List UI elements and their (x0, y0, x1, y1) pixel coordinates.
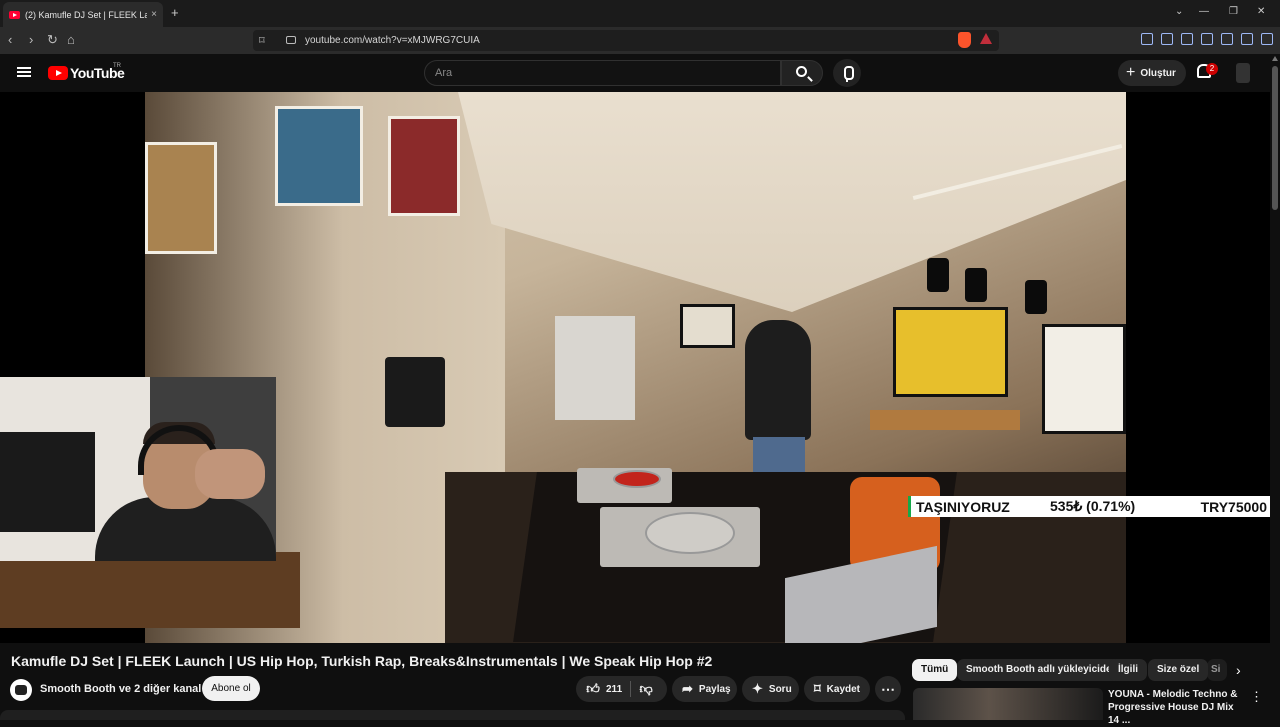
wooden-shelf (870, 410, 1020, 430)
wall-painting (145, 142, 217, 254)
tab-title: (2) Kamufle DJ Set | FLEEK Launch (25, 9, 148, 20)
extensions-icon[interactable] (1141, 33, 1153, 45)
brave-shields-icon[interactable] (958, 32, 971, 48)
wall-painting (388, 116, 460, 216)
maximize-button[interactable]: ❐ (1229, 6, 1238, 17)
ask-button[interactable]: ✦ Soru (742, 676, 799, 702)
chip-all[interactable]: Tümü (912, 659, 958, 681)
reload-icon[interactable]: ↻ (47, 32, 58, 48)
webcam-overlay (0, 377, 276, 561)
vpn-icon[interactable] (1241, 33, 1253, 45)
ticker-price: TRY75000 (1200, 498, 1267, 515)
like-count[interactable]: 211 (606, 684, 622, 695)
dislike-icon[interactable]: 👎︎ (639, 681, 653, 697)
ask-label: Soru (768, 683, 792, 695)
wallet-icon[interactable] (1201, 33, 1213, 45)
country-code: TR (113, 63, 121, 69)
home-icon[interactable]: ⌂ (67, 32, 75, 47)
save-button[interactable]: ⌑ Kaydet (804, 676, 870, 702)
studio-monitor (385, 357, 445, 427)
video-player[interactable]: TAŞINIYORUZ 535₺ (0.71%) TRY75000 (0, 92, 1270, 643)
back-icon[interactable]: ‹ (8, 32, 12, 47)
sunburst-poster (893, 307, 1008, 397)
recommendation-title[interactable]: YOUNA - Melodic Techno & Progressive Hou… (1108, 688, 1243, 727)
like-divider (630, 681, 632, 697)
scroll-thumb[interactable] (1272, 66, 1278, 210)
subscribe-button[interactable]: Abone ol (202, 676, 260, 701)
url-text: youtube.com/watch?v=xMJWRG7CUIA (305, 35, 480, 46)
more-vert-icon[interactable]: ⋮ (1250, 689, 1263, 705)
notification-badge: 2 (1206, 63, 1218, 75)
fleek-launch-poster (555, 316, 635, 420)
site-info-icon[interactable] (286, 36, 296, 44)
bookmark-save-icon: ⌑ (814, 681, 821, 696)
description-box[interactable] (0, 710, 905, 720)
chip-partial[interactable]: Si (1207, 659, 1227, 681)
minimize-button[interactable]: — (1199, 6, 1209, 17)
brave-rewards-icon[interactable] (980, 33, 992, 44)
chip-for-you[interactable]: Size özel (1148, 659, 1209, 681)
search-input[interactable] (424, 60, 781, 86)
chip-related[interactable]: İlgili (1109, 659, 1147, 681)
dj-person (745, 320, 811, 440)
more-actions-button[interactable]: ⋯ (875, 676, 901, 702)
chip-from-uploader[interactable]: Smooth Booth adlı yükleyiciden (957, 659, 1127, 681)
more-icon: ⋯ (881, 680, 895, 697)
leo-icon[interactable] (1221, 33, 1233, 45)
spotlight (927, 258, 949, 292)
stock-ticker: TAŞINIYORUZ 535₺ (0.71%) TRY75000 (908, 496, 1270, 517)
search-icon (796, 66, 807, 77)
channel-name[interactable]: Smooth Booth ve 2 diğer kanal (40, 683, 201, 695)
youtube-favicon-icon (9, 10, 20, 19)
video-title: Kamufle DJ Set | FLEEK Launch | US Hip H… (11, 653, 713, 669)
ticker-change: 535₺ (0.71%) (1050, 498, 1136, 514)
browser-tab[interactable]: (2) Kamufle DJ Set | FLEEK Launch × (3, 2, 163, 27)
page-scrollbar[interactable] (1270, 54, 1280, 720)
account-avatar[interactable] (1236, 63, 1250, 83)
sparkle-icon: ✦ (752, 681, 763, 696)
close-window-button[interactable]: ✕ (1257, 6, 1265, 17)
url-bar[interactable]: youtube.com/watch?v=xMJWRG7CUIA (253, 30, 999, 51)
new-tab-button[interactable]: + (171, 5, 179, 20)
create-button[interactable]: + Oluştur (1118, 60, 1186, 86)
browser-tab-bar: (2) Kamufle DJ Set | FLEEK Launch × + ⌄ … (0, 0, 1280, 27)
recommendation-thumbnail[interactable] (913, 688, 1103, 720)
bookmark-icon[interactable]: ⌑ (259, 34, 265, 47)
chevron-right-icon[interactable]: › (1236, 662, 1241, 678)
ceiling (458, 92, 1126, 312)
voice-search-button[interactable] (833, 59, 861, 87)
youtube-logo-icon[interactable] (48, 66, 68, 80)
sidebar-icon[interactable] (1181, 33, 1193, 45)
channel-avatar[interactable] (10, 679, 32, 701)
like-dislike-group: 👍︎ 211 👎︎ (576, 676, 667, 702)
create-label: Oluştur (1140, 67, 1176, 79)
plus-icon: + (1126, 64, 1136, 81)
search-button[interactable] (781, 60, 823, 86)
like-icon[interactable]: 👍︎ (586, 681, 600, 697)
record-poster (1042, 324, 1126, 434)
tab-close-icon[interactable]: × (151, 9, 157, 20)
spotlight (1025, 280, 1047, 314)
save-label: Kaydet (826, 683, 861, 695)
hamburger-menu-icon[interactable] (17, 67, 31, 77)
share-label: Paylaş (698, 683, 731, 695)
scroll-up-icon[interactable] (1272, 56, 1278, 61)
browser-toolbar: ‹ › ↻ ⌂ youtube.com/watch?v=xMJWRG7CUIA … (0, 27, 1280, 54)
turntable-platter (645, 512, 735, 554)
streamer-hands (195, 449, 265, 499)
forward-icon[interactable]: › (29, 32, 33, 47)
media-icon[interactable] (1161, 33, 1173, 45)
share-icon: ➦ (682, 681, 693, 696)
ticker-name: TAŞINIYORUZ (916, 498, 1010, 515)
tab-search-icon[interactable]: ⌄ (1175, 6, 1183, 17)
wall-painting (275, 106, 363, 206)
turntable-platter (613, 470, 661, 488)
spotlight (965, 268, 987, 302)
framed-print (680, 304, 735, 348)
browser-menu-icon[interactable] (1261, 33, 1273, 45)
share-button[interactable]: ➦ Paylaş (672, 676, 737, 702)
youtube-header: YouTube TR + Oluştur (0, 54, 1280, 92)
wooden-bench (0, 552, 300, 628)
monitor (0, 432, 95, 532)
